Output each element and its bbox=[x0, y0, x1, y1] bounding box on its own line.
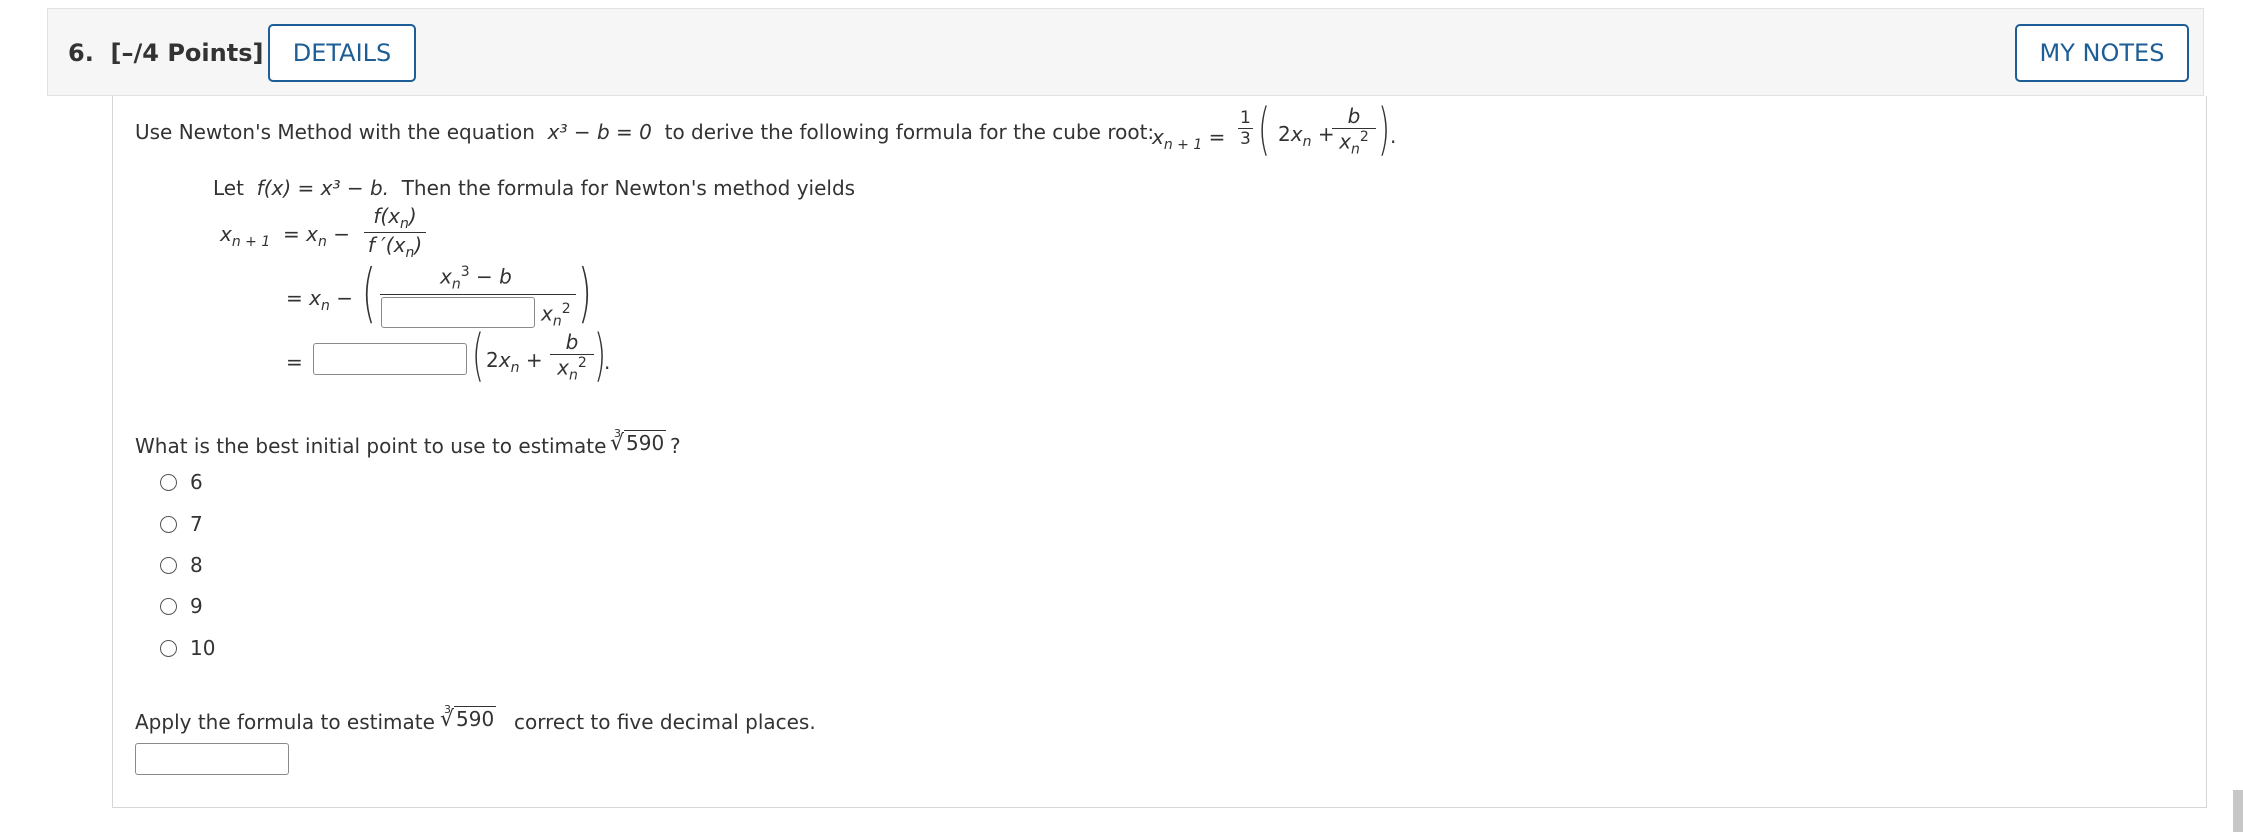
option-6[interactable]: 6 bbox=[160, 467, 203, 497]
my-notes-button[interactable]: MY NOTES bbox=[2015, 24, 2189, 82]
formula-lhs: xn + 1 = bbox=[1152, 125, 1226, 153]
step2-lhs: = xn − bbox=[286, 286, 353, 314]
initial-point-question: What is the best initial point to use to… bbox=[135, 434, 607, 458]
estimate-answer-input[interactable] bbox=[135, 743, 289, 775]
radio-button[interactable] bbox=[160, 597, 177, 615]
let-line: Let f(x) = x³ − b. Then the formula for … bbox=[213, 176, 856, 200]
formula-one-third: 13 bbox=[1238, 108, 1253, 149]
radio-button[interactable] bbox=[160, 515, 177, 533]
step2-denominator-blank[interactable] bbox=[381, 297, 535, 328]
estimate-text-before: Apply the formula to estimate bbox=[135, 710, 435, 734]
step2-numerator: xn3 − b bbox=[440, 264, 512, 293]
option-10[interactable]: 10 bbox=[160, 633, 215, 663]
step3-2xn: 2xn + bbox=[486, 348, 543, 376]
option-7[interactable]: 7 bbox=[160, 509, 203, 539]
step3-equals: = bbox=[286, 350, 303, 374]
step1-fraction: f(xn) f ′(xn) bbox=[364, 204, 426, 261]
option-8[interactable]: 8 bbox=[160, 550, 203, 580]
step3-b-over-xn2: b xn2 bbox=[550, 330, 594, 384]
option-9[interactable]: 9 bbox=[160, 591, 203, 621]
question-header: 6. [–/4 Points] DETAILS MY NOTES bbox=[47, 8, 2204, 96]
step1-lhs: xn + 1 = xn − bbox=[220, 222, 350, 250]
radio-button[interactable] bbox=[160, 639, 177, 657]
intro-text: Use Newton's Method with the equation x³… bbox=[135, 120, 1155, 144]
estimate-text-after: correct to five decimal places. bbox=[514, 710, 816, 734]
radio-button[interactable] bbox=[160, 556, 177, 574]
cube-root-590: 3 √ 590 bbox=[610, 427, 667, 456]
formula-b-over-xn2: b xn2 bbox=[1332, 104, 1376, 158]
intro-equation: x³ − b = 0 bbox=[547, 120, 652, 144]
cube-root-590-estimate: 3 √ 590 bbox=[440, 703, 497, 732]
step2-xn2: xn2 bbox=[541, 301, 571, 330]
details-button[interactable]: DETAILS bbox=[268, 24, 416, 82]
step3-coefficient-blank[interactable] bbox=[313, 343, 467, 375]
scrollbar[interactable] bbox=[2233, 790, 2243, 832]
question-number: 6. [–/4 Points] bbox=[68, 39, 264, 67]
formula-2xn: 2xn + bbox=[1278, 122, 1335, 150]
radio-button[interactable] bbox=[160, 473, 177, 491]
